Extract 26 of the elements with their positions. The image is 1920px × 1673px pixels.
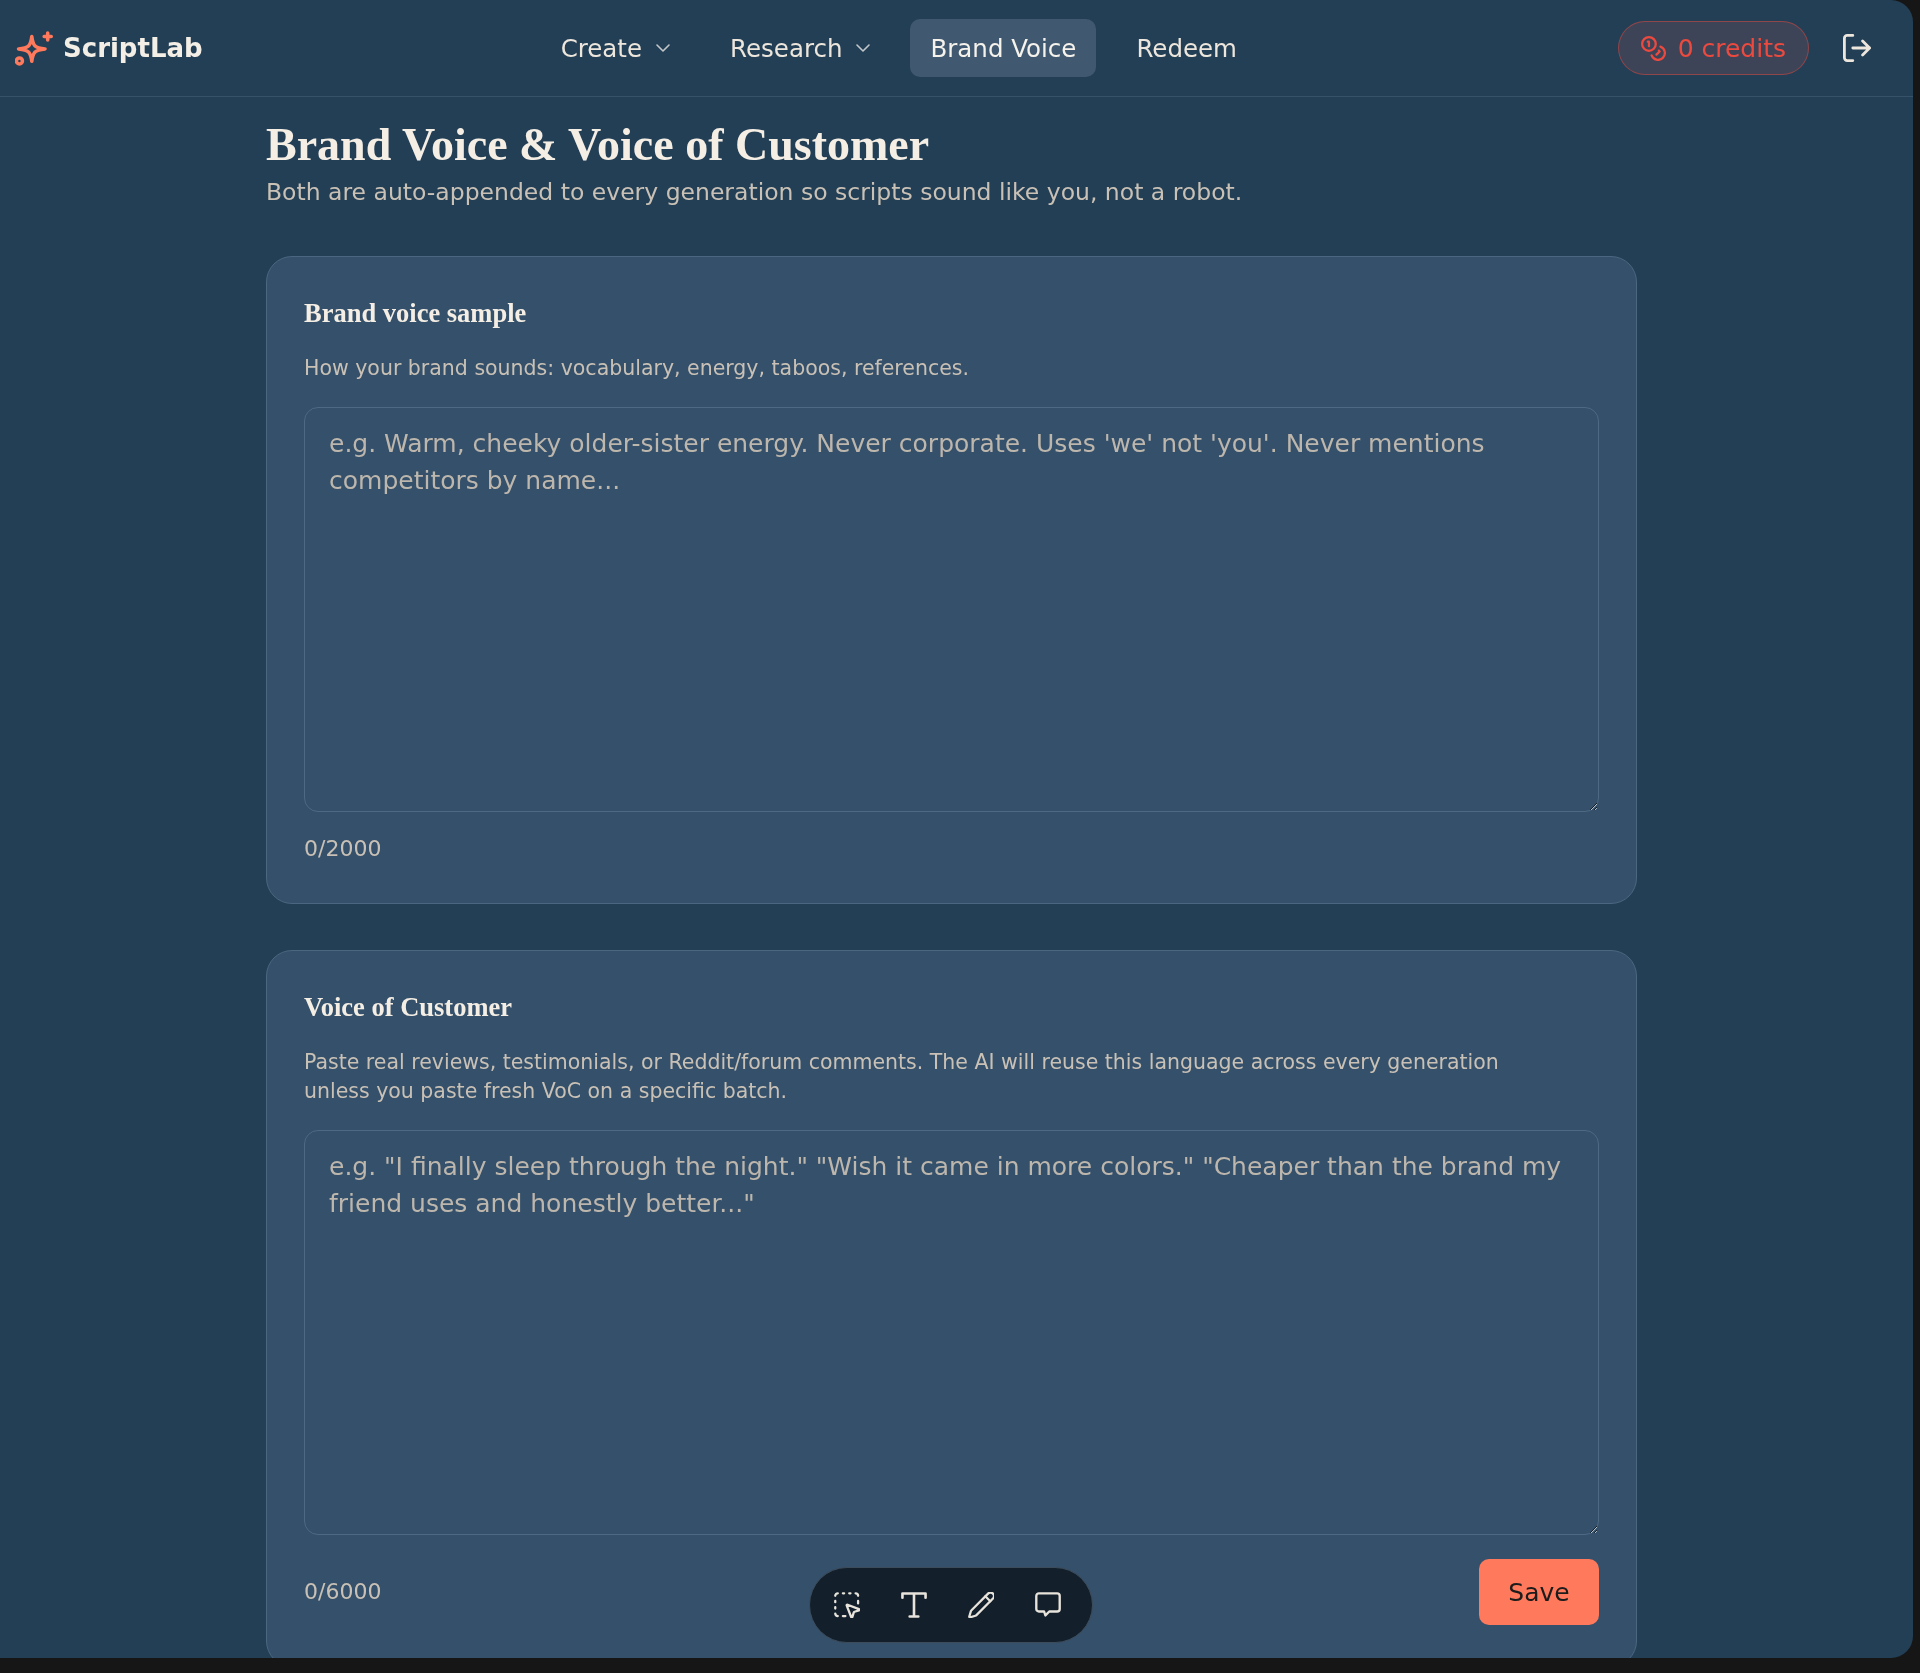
textarea-field[interactable]: e.g. "I finally sleep through the night." "Wish it came in more colors." "Cheaper than the brand my friend uses and honestly better..." <box>304 1130 1599 1535</box>
help-text: Paste real reviews, testimonials, or Reddit/forum comments. The AI will reuse this language across every generation unless you paste fresh VoC on a specific batch. <box>304 1049 1500 1105</box>
coins-icon <box>1640 35 1666 61</box>
textarea-field[interactable]: e.g. Warm, cheeky older-sister energy. Never corporate. Uses 'we' not 'you'. Never mentions competitors by name... <box>304 407 1599 812</box>
dashed-select-icon <box>834 1592 860 1618</box>
nav-dropdown[interactable]: Create <box>540 19 691 77</box>
character-counter: 0/6000 <box>304 1579 382 1605</box>
chevron-down-icon <box>856 44 871 52</box>
nav-tab[interactable]: Brand Voice <box>910 19 1097 77</box>
chevron-down-icon <box>656 44 671 52</box>
sparkle-icon <box>15 30 53 66</box>
character-counter: 0/2000 <box>304 836 382 862</box>
page-subtitle: Both are auto-appended to every generation so scripts sound like you, not a robot. <box>266 177 1244 208</box>
app-name: ScriptLab <box>63 33 203 63</box>
speech-bubble-icon <box>1035 1592 1061 1618</box>
text-icon <box>901 1592 927 1618</box>
page-title: Brand Voice & Voice of Customer <box>266 118 931 172</box>
help-text: How your brand sounds: vocabulary, energy, taboos, references. <box>304 355 971 382</box>
pencil-icon <box>968 1592 994 1618</box>
nav-dropdown[interactable]: Research <box>710 19 891 77</box>
logout-button[interactable] <box>1843 34 1871 62</box>
section-title: Brand voice sample <box>304 297 528 329</box>
logout-icon <box>1843 34 1871 62</box>
save-button[interactable]: Save <box>1479 1559 1599 1625</box>
section-title: Voice of Customer <box>304 991 514 1023</box>
nav-tab[interactable]: Redeem <box>1116 19 1257 77</box>
